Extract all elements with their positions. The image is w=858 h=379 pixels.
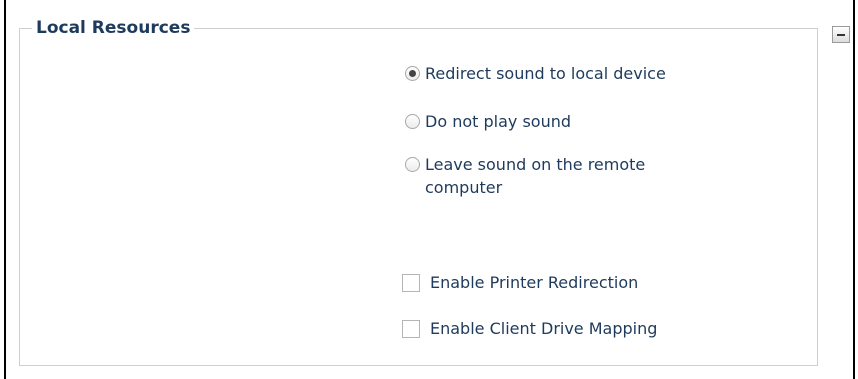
checkbox-label: Enable Printer Redirection [430, 273, 639, 292]
minus-icon [837, 34, 845, 36]
radio-label: Do not play sound [425, 112, 572, 131]
checkbox-label: Enable Client Drive Mapping [430, 319, 658, 338]
group-title: Local Resources [32, 16, 195, 40]
checkbox[interactable] [402, 274, 420, 292]
checkbox[interactable] [402, 320, 420, 338]
radio-label: Leave sound on the remote computer [425, 155, 646, 197]
checkbox-option-client-drive-mapping[interactable]: Enable Client Drive Mapping [402, 317, 657, 340]
radio-option-no-sound[interactable]: Do not play sound [405, 110, 571, 133]
radio-label: Redirect sound to local device [425, 64, 666, 83]
radio-button[interactable] [405, 157, 420, 172]
radio-button[interactable] [405, 114, 420, 129]
collapse-button[interactable] [832, 26, 850, 43]
radio-option-leave-remote[interactable]: Leave sound on the remote computer [405, 153, 715, 199]
radio-button[interactable] [405, 66, 420, 81]
radio-option-redirect-sound[interactable]: Redirect sound to local device [405, 62, 666, 85]
checkbox-option-printer-redirection[interactable]: Enable Printer Redirection [402, 271, 638, 294]
